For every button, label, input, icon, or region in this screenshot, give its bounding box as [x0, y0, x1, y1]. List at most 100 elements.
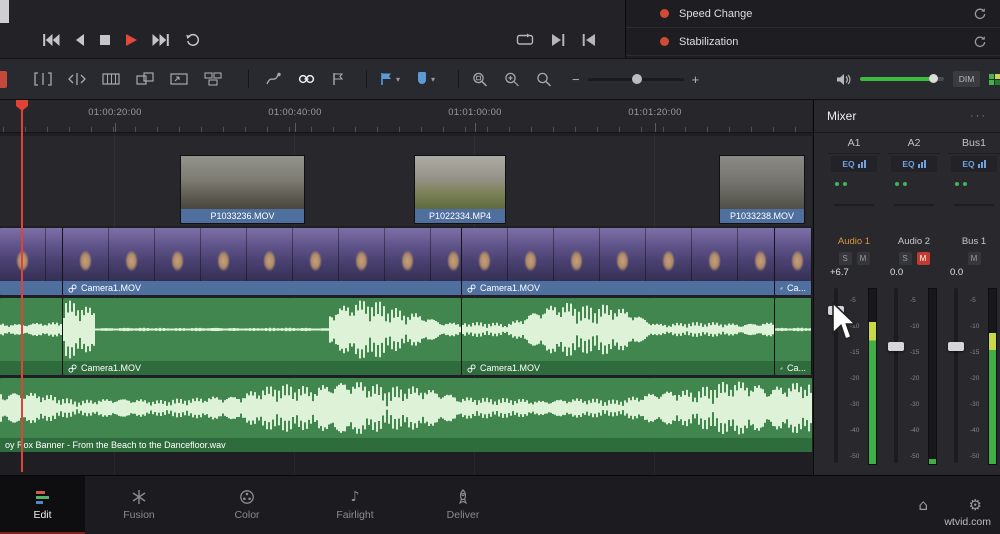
fader-handle[interactable]	[828, 306, 844, 315]
mixer-options-button[interactable]: ···	[970, 110, 987, 122]
inspector-item-stabilization[interactable]: Stabilization	[626, 28, 1000, 56]
stop-button[interactable]	[100, 35, 110, 45]
loop-range-button[interactable]	[516, 33, 534, 46]
detail-zoom-button[interactable]	[496, 59, 528, 99]
fader-scale-label: -10	[910, 323, 920, 331]
home-button[interactable]: ⌂	[918, 496, 928, 514]
retime-curve-button[interactable]	[258, 59, 290, 99]
fader-track[interactable]	[894, 288, 898, 463]
pan-control[interactable]	[888, 174, 940, 234]
replace-clip-button[interactable]	[196, 59, 230, 99]
first-clip-button[interactable]	[42, 34, 60, 46]
mute-button[interactable]: M	[856, 251, 870, 265]
solo-button[interactable]: S	[838, 251, 852, 265]
playhead[interactable]	[16, 100, 28, 472]
timeline-ruler[interactable]: 01:00:20:00 01:00:40:00 01:01:00:00 01:0…	[0, 100, 812, 133]
audio-clip-a2[interactable]: oy Rox Banner - From the Beach to the Da…	[0, 378, 812, 452]
flag-marker-button[interactable]: ▾	[372, 59, 408, 99]
mute-button[interactable]: M	[916, 251, 930, 265]
timeline[interactable]: 01:00:20:00 01:00:40:00 01:01:00:00 01:0…	[0, 100, 812, 475]
flag-icon	[381, 73, 391, 85]
page-tab-edit[interactable]: Edit	[0, 476, 85, 534]
mixer-strip-a2: A2 EQ Audio 2 S M 0.0 -5 -10 -15 -20 -30…	[888, 133, 940, 475]
zoom-slider-knob[interactable]	[631, 73, 642, 84]
overwrite-clip-button[interactable]	[162, 59, 196, 99]
clip-name: Camera1.MOV	[480, 363, 541, 373]
speaker-icon[interactable]	[836, 73, 851, 86]
pan-control[interactable]	[828, 174, 880, 234]
fader-scale-label: -40	[850, 427, 860, 435]
cut-off-tool-button[interactable]	[0, 71, 7, 88]
zoom-out-icon[interactable]: −	[572, 72, 580, 87]
next-clip-button[interactable]	[152, 34, 170, 46]
video-clip-v2[interactable]: P1033238.MOV	[719, 155, 805, 224]
clip-name: Ca...	[786, 363, 806, 373]
dim-button[interactable]: DIM	[953, 71, 980, 87]
fader-db-value[interactable]: 0.0	[888, 267, 940, 282]
pan-control[interactable]	[948, 174, 1000, 234]
video-clip-v2[interactable]: P1033236.MOV	[180, 155, 305, 224]
video-thumbnail	[600, 228, 646, 281]
video-clip-v2[interactable]: P1022334.MP4	[414, 155, 506, 224]
video-clip-v1[interactable]	[0, 228, 63, 295]
audio-clip-a1[interactable]: Ca...	[775, 298, 812, 375]
audio-clip-a1[interactable]	[0, 298, 63, 375]
custom-zoom-button[interactable]	[528, 59, 560, 99]
page-tab-color[interactable]: Color	[193, 476, 301, 534]
meter-display-toggle[interactable]	[989, 73, 1000, 85]
first-frame-button[interactable]	[582, 33, 596, 46]
inspector-item-speed-change[interactable]: Speed Change	[626, 0, 1000, 28]
marker-button[interactable]: ▾	[408, 59, 443, 99]
reset-icon	[974, 8, 986, 20]
trim-in-out-button[interactable]	[26, 59, 60, 99]
solo-button[interactable]: S	[898, 251, 912, 265]
play-button[interactable]	[125, 34, 137, 46]
video-clip-v1[interactable]: Ca...	[775, 228, 812, 295]
clip-name: P1033236.MOV	[210, 211, 275, 221]
reset-button[interactable]	[973, 7, 986, 20]
fader-db-value[interactable]: 0.0	[948, 267, 1000, 282]
reset-button[interactable]	[973, 35, 986, 48]
page-tab-deliver[interactable]: Deliver	[409, 476, 517, 534]
eq-button[interactable]: EQ	[891, 156, 937, 172]
meter-cell	[989, 79, 994, 85]
page-tab-fusion[interactable]: Fusion	[85, 476, 193, 534]
linked-selection-button[interactable]	[290, 59, 323, 99]
fader-handle[interactable]	[888, 342, 904, 351]
clip-name-bar: Ca...	[775, 361, 811, 375]
video-clip-v1[interactable]: Camera1.MOV	[63, 228, 462, 295]
fader-db-value[interactable]: +6.7	[828, 267, 880, 282]
razor-edit-button[interactable]	[94, 59, 128, 99]
audio-clip-a1[interactable]: Camera1.MOV	[462, 298, 775, 375]
play-to-end-button[interactable]	[551, 33, 565, 46]
page-tab-fairlight[interactable]: ♪ Fairlight	[301, 476, 409, 534]
eq-button[interactable]: EQ	[831, 156, 877, 172]
insert-clip-icon	[136, 72, 154, 85]
dynamic-trim-button[interactable]	[60, 59, 94, 99]
video-thumbnail	[692, 228, 738, 281]
fader-scale-label: -30	[910, 401, 920, 409]
zoom-in-icon[interactable]: +	[692, 72, 700, 87]
eq-button[interactable]: EQ	[951, 156, 997, 172]
fader-scale-label: -10	[850, 323, 860, 331]
audio-clip-a1[interactable]: Camera1.MOV	[63, 298, 462, 375]
loop-playback-button[interactable]	[185, 33, 201, 47]
play-icon	[126, 34, 137, 46]
fader-handle[interactable]	[948, 342, 964, 351]
mute-button[interactable]: M	[967, 251, 981, 265]
volume-knob[interactable]	[929, 74, 938, 83]
zoom-slider-track[interactable]	[587, 73, 684, 84]
inspector-panel: Speed Change Stabilization	[625, 0, 1000, 58]
full-extent-zoom-button[interactable]	[464, 59, 496, 99]
link-icon	[467, 283, 476, 293]
video-clip-v1[interactable]: Camera1.MOV	[462, 228, 775, 295]
fader-scale-label: -5	[970, 297, 976, 304]
video-thumbnail	[109, 228, 155, 281]
position-lock-button[interactable]	[323, 59, 353, 99]
full-extent-zoom-icon	[473, 72, 488, 87]
step-back-button[interactable]	[75, 34, 85, 46]
settings-gear-button[interactable]: ⚙	[969, 496, 982, 514]
insert-clip-button[interactable]	[128, 59, 162, 99]
monitor-volume-slider[interactable]	[860, 74, 944, 83]
fader-track[interactable]	[954, 288, 958, 463]
